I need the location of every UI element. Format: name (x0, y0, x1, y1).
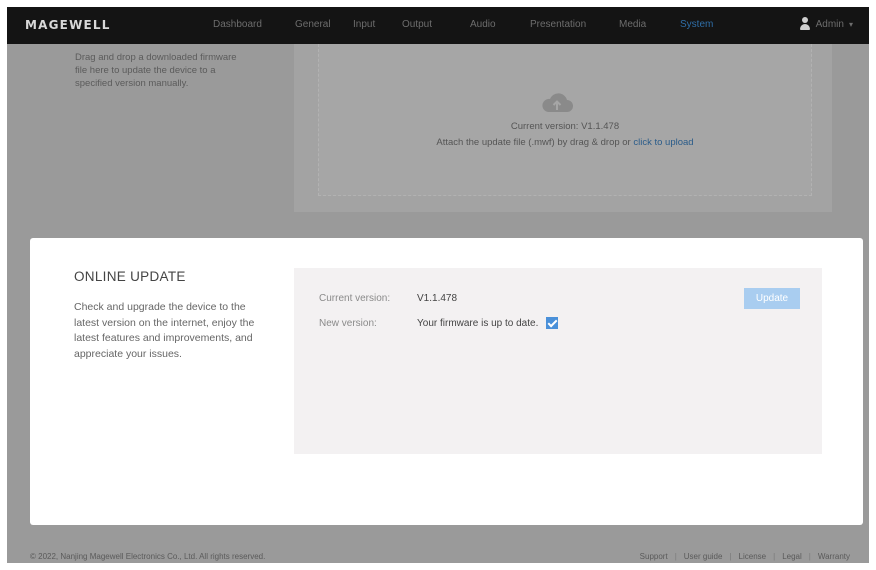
nav-item-audio[interactable]: Audio (470, 19, 496, 30)
user-menu[interactable]: Admin ▾ (799, 17, 853, 31)
online-update-title: ONLINE UPDATE (74, 269, 186, 284)
nav-item-dashboard[interactable]: Dashboard (213, 19, 262, 30)
magewell-logo: MAGEWELL (25, 18, 111, 32)
checkmark-icon (546, 317, 559, 329)
nav-item-system[interactable]: System (680, 19, 713, 30)
nav-item-input[interactable]: Input (353, 19, 375, 30)
manual-update-description: Drag and drop a downloaded firmware file… (75, 52, 237, 89)
footer: © 2022, Nanjing Magewell Electronics Co.… (7, 547, 869, 563)
footer-link-legal[interactable]: Legal (775, 552, 809, 561)
nav-item-output[interactable]: Output (402, 19, 432, 30)
dropzone-current-version: Current version: V1.1.478 (510, 121, 620, 132)
online-update-description: Check and upgrade the device to the late… (74, 301, 255, 360)
click-to-upload-link[interactable]: click to upload (633, 137, 693, 148)
current-version-row: Current version: V1.1.478 (319, 293, 457, 304)
footer-link-user-guide[interactable]: User guide (677, 552, 730, 561)
attach-instruction-text: Attach the update file (.mwf) by drag & … (436, 137, 634, 148)
user-name: Admin (815, 18, 844, 30)
nav-item-general[interactable]: General (295, 19, 331, 30)
nav-item-media[interactable]: Media (619, 19, 646, 30)
online-update-panel: Current version: V1.1.478 New version: Y… (294, 268, 822, 454)
current-version-value: V1.1.478 (417, 293, 458, 304)
dropzone-instructions: Attach the update file (.mwf) by drag & … (318, 137, 812, 148)
copyright-text: © 2022, Nanjing Magewell Electronics Co.… (30, 552, 266, 561)
cloud-upload-icon (542, 93, 573, 112)
firmware-dropzone[interactable] (318, 44, 812, 196)
footer-links: Support | User guide | License | Legal | War… (633, 552, 857, 561)
update-button[interactable]: Update (744, 288, 800, 309)
user-icon (799, 17, 811, 31)
current-version-label: Current version: (319, 293, 391, 304)
new-version-value: Your firmware is up to date. (417, 317, 539, 329)
chevron-down-icon: ▾ (848, 19, 853, 29)
app-window: MAGEWELL Dashboard General Input Output … (7, 7, 869, 563)
nav-item-presentation[interactable]: Presentation (530, 19, 586, 30)
new-version-label: New version: (319, 317, 377, 329)
footer-link-warranty[interactable]: Warranty (811, 552, 857, 561)
online-update-card: ONLINE UPDATE Check and upgrade the devi… (30, 238, 863, 525)
new-version-row: New version: Your firmware is up to date… (319, 317, 559, 329)
top-navigation: MAGEWELL Dashboard General Input Output … (7, 7, 869, 44)
footer-link-support[interactable]: Support (633, 552, 675, 561)
footer-link-license[interactable]: License (732, 552, 774, 561)
